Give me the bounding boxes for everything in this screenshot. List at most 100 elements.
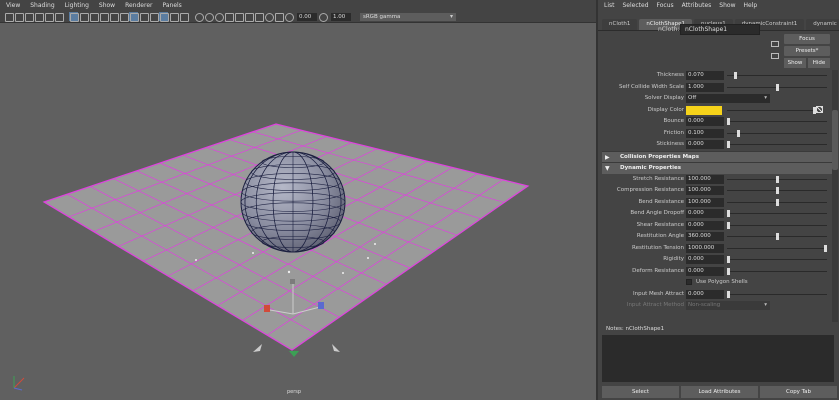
lights-icon[interactable] bbox=[179, 12, 189, 22]
bounce-field[interactable]: 0.000 bbox=[686, 117, 724, 126]
slider-thumb[interactable] bbox=[775, 198, 779, 206]
load-attributes-button[interactable]: Load Attributes bbox=[681, 386, 758, 398]
attribute-list[interactable]: Thickness 0.070 Self Collide Width Scale… bbox=[602, 70, 832, 322]
menu-shading[interactable]: Shading bbox=[30, 2, 54, 9]
display-color-swatch[interactable] bbox=[686, 105, 722, 115]
presets-button[interactable]: Presets* bbox=[784, 46, 830, 56]
safe-action-icon[interactable] bbox=[119, 12, 129, 22]
display-color-slider[interactable] bbox=[727, 106, 816, 114]
restitution-tension-field[interactable]: 1000.000 bbox=[686, 243, 724, 253]
grid-icon[interactable] bbox=[69, 12, 79, 22]
thickness-field[interactable]: 0.070 bbox=[686, 71, 724, 80]
friction-slider[interactable] bbox=[727, 129, 827, 137]
select-button[interactable]: Select bbox=[602, 386, 679, 398]
solver-display-dropdown[interactable]: Off bbox=[686, 94, 770, 103]
bookmark-icon[interactable] bbox=[24, 12, 34, 22]
shear-resistance-field[interactable]: 0.000 bbox=[686, 220, 724, 230]
multisample-icon[interactable] bbox=[224, 12, 234, 22]
slider-thumb[interactable] bbox=[733, 72, 737, 79]
compression-resistance-field[interactable]: 100.000 bbox=[686, 186, 724, 195]
copy-tab-button[interactable]: Copy Tab bbox=[760, 386, 837, 398]
stretch-resistance-slider[interactable] bbox=[727, 175, 827, 183]
restitution-tension-slider[interactable] bbox=[727, 244, 827, 252]
slider-thumb[interactable] bbox=[727, 256, 730, 263]
self-collide-width-scale-field[interactable]: 1.000 bbox=[686, 82, 724, 92]
stretch-resistance-field[interactable]: 100.000 bbox=[686, 174, 724, 184]
section-collision-properties-maps[interactable]: ▶ Collision Properties Maps bbox=[602, 150, 832, 162]
restitution-angle-field[interactable]: 360.000 bbox=[686, 232, 724, 241]
bend-resistance-slider[interactable] bbox=[727, 198, 827, 206]
grease-pencil-icon[interactable] bbox=[54, 12, 64, 22]
slider-thumb[interactable] bbox=[824, 244, 827, 252]
field-chart-icon[interactable] bbox=[109, 12, 119, 22]
wireframe-icon[interactable] bbox=[129, 12, 139, 22]
compression-resistance-slider[interactable] bbox=[727, 187, 827, 194]
select-camera-icon[interactable] bbox=[4, 12, 14, 22]
gamma-field[interactable]: 1.00 bbox=[331, 12, 351, 21]
shadows-icon[interactable] bbox=[194, 12, 204, 22]
2d-pan-icon[interactable] bbox=[44, 12, 54, 22]
ae-menu-focus[interactable]: Focus bbox=[657, 2, 674, 9]
bend-resistance-field[interactable]: 100.000 bbox=[686, 197, 724, 207]
show-button[interactable]: Show bbox=[784, 58, 806, 68]
slider-thumb[interactable] bbox=[775, 233, 779, 240]
ambient-occlusion-icon[interactable] bbox=[204, 12, 214, 22]
slider-thumb[interactable] bbox=[775, 187, 779, 194]
use-polygon-shells-checkbox[interactable] bbox=[686, 279, 692, 285]
rigidity-slider[interactable] bbox=[727, 256, 827, 263]
stickiness-slider[interactable] bbox=[727, 141, 827, 148]
slider-thumb[interactable] bbox=[727, 118, 730, 125]
menu-panels[interactable]: Panels bbox=[162, 2, 181, 9]
restitution-angle-slider[interactable] bbox=[727, 233, 827, 240]
bend-angle-dropoff-slider[interactable] bbox=[727, 210, 827, 217]
depth-of-field-icon[interactable] bbox=[234, 12, 244, 22]
xray-icon[interactable] bbox=[254, 12, 264, 22]
slider-thumb[interactable] bbox=[727, 210, 730, 217]
slider-thumb[interactable] bbox=[727, 290, 730, 298]
input-mesh-attract-field[interactable]: 0.000 bbox=[686, 289, 724, 299]
wireframe-on-shaded-icon[interactable] bbox=[159, 12, 169, 22]
gate-mask-icon[interactable] bbox=[99, 12, 109, 22]
ae-menu-attributes[interactable]: Attributes bbox=[682, 2, 712, 9]
isolate-select-icon[interactable] bbox=[244, 12, 254, 22]
bend-angle-dropoff-field[interactable]: 0.000 bbox=[686, 209, 724, 218]
menu-show[interactable]: Show bbox=[99, 2, 115, 9]
node-name-field[interactable]: nClothShape1 bbox=[680, 24, 760, 35]
input-attract-method-dropdown[interactable]: Non-scaling bbox=[686, 301, 770, 310]
attribute-scrollbar[interactable] bbox=[832, 70, 838, 322]
viewport-panel[interactable]: View Shading Lighting Show Renderer Pane… bbox=[0, 0, 596, 400]
color-chooser-icon[interactable] bbox=[816, 105, 823, 113]
node-input-icon[interactable] bbox=[771, 41, 779, 47]
slider-thumb[interactable] bbox=[727, 221, 730, 229]
default-material-icon[interactable] bbox=[149, 12, 159, 22]
ae-menu-show[interactable]: Show bbox=[719, 2, 735, 9]
resolution-gate-icon[interactable] bbox=[89, 12, 99, 22]
stickiness-field[interactable]: 0.000 bbox=[686, 140, 724, 149]
bounce-slider[interactable] bbox=[727, 118, 827, 125]
tab-ncloth1[interactable]: nCloth1 bbox=[602, 19, 638, 30]
deform-resistance-field[interactable]: 0.000 bbox=[686, 266, 724, 276]
menu-renderer[interactable]: Renderer bbox=[125, 2, 152, 9]
xray-components-icon[interactable] bbox=[274, 12, 284, 22]
exposure-icon[interactable] bbox=[284, 12, 294, 22]
image-plane-icon[interactable] bbox=[34, 12, 44, 22]
slider-thumb[interactable] bbox=[775, 175, 779, 183]
slider-thumb[interactable] bbox=[736, 129, 740, 137]
node-output-icon[interactable] bbox=[771, 53, 779, 59]
section-dynamic-properties[interactable]: ▼ Dynamic Properties bbox=[602, 162, 832, 174]
deform-resistance-slider[interactable] bbox=[727, 267, 827, 275]
shear-resistance-slider[interactable] bbox=[727, 221, 827, 229]
hide-button[interactable]: Hide bbox=[808, 58, 830, 68]
scrollbar-thumb[interactable] bbox=[832, 110, 838, 170]
motion-blur-icon[interactable] bbox=[214, 12, 224, 22]
film-gate-icon[interactable] bbox=[79, 12, 89, 22]
self-collide-width-scale-slider[interactable] bbox=[727, 83, 827, 91]
tab-dynamic-overflow[interactable]: dynamic bbox=[806, 19, 839, 30]
slider-thumb[interactable] bbox=[727, 141, 730, 148]
friction-field[interactable]: 0.100 bbox=[686, 128, 724, 138]
textured-icon[interactable] bbox=[169, 12, 179, 22]
ae-menu-selected[interactable]: Selected bbox=[623, 2, 649, 9]
slider-thumb[interactable] bbox=[775, 83, 779, 91]
thickness-slider[interactable] bbox=[727, 72, 827, 79]
rigidity-field[interactable]: 0.000 bbox=[686, 255, 724, 264]
